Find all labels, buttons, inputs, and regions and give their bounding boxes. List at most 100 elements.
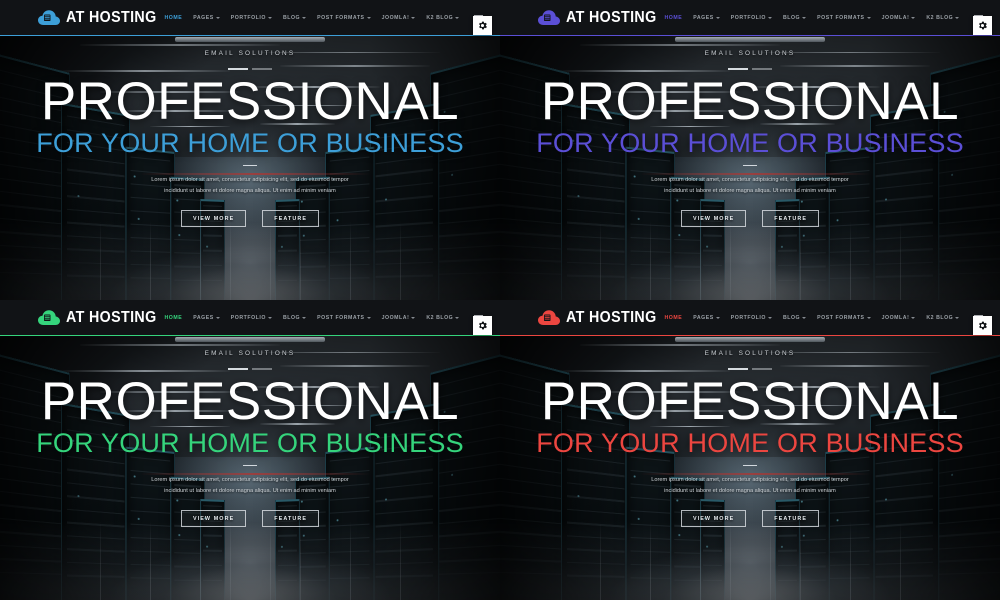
nav-item-joomla[interactable]: JOOMLA! [882, 315, 916, 321]
settings-button[interactable] [973, 16, 992, 35]
floor-seam [600, 520, 601, 600]
nav-item-k2-blog[interactable]: K2 BLOG [926, 314, 960, 321]
floor [0, 520, 500, 600]
nav-item-label: HOME [164, 14, 183, 21]
floor-seam [200, 220, 201, 300]
nav-item-label: HOME [164, 314, 183, 321]
nav-item-home[interactable]: HOME [164, 15, 182, 21]
nav-item-k2-blog[interactable]: K2 BLOG [926, 15, 960, 21]
nav-item-blog[interactable]: BLOG [782, 314, 807, 321]
floor-seam [100, 220, 101, 300]
chevron-down-icon [911, 16, 916, 19]
settings-button[interactable] [473, 316, 492, 335]
view-more-button[interactable]: VIEW MORE [680, 510, 747, 528]
site-header: AT HOSTING HOME PAGES PORTFOLIO BLOG POS… [0, 300, 500, 336]
chevron-down-icon [302, 16, 307, 19]
view-more-button[interactable]: VIEW MORE [680, 210, 747, 228]
brand-name: AT HOSTING [566, 309, 657, 326]
nav-item-home[interactable]: HOME [664, 315, 682, 321]
nav-item-label: HOME [664, 314, 683, 321]
chevron-down-icon [411, 16, 416, 19]
feature-button[interactable]: FEATURE [262, 510, 320, 528]
floor-seam [230, 520, 231, 600]
cloud-server-icon [538, 10, 560, 26]
feature-button[interactable]: FEATURE [762, 210, 820, 228]
chevron-down-icon [215, 16, 220, 19]
nav-item-home[interactable]: HOME [164, 315, 182, 321]
ceiling-light-streak [760, 123, 835, 125]
chevron-down-icon [866, 316, 871, 319]
nav-item-blog[interactable]: BLOG [283, 315, 307, 321]
nav-item-label: K2 BLOG [426, 14, 454, 21]
site-header: AT HOSTING HOME PAGES PORTFOLIO BLOG POS… [500, 0, 1000, 36]
theme-panel-blue: AT HOSTING HOME PAGES PORTFOLIO BLOG POS… [0, 0, 500, 300]
hero-buttons: VIEW MORE FEATURE [180, 210, 320, 228]
ceiling-light-streak [60, 370, 230, 372]
floor-seam [730, 520, 731, 600]
nav-item-home[interactable]: HOME [664, 15, 682, 21]
floor-seam [100, 520, 101, 600]
site-logo[interactable]: AT HOSTING [38, 309, 164, 327]
nav-item-pages[interactable]: PAGES [693, 315, 720, 321]
theme-panel-red: AT HOSTING HOME PAGES PORTFOLIO BLOG POS… [500, 300, 1000, 600]
nav-item-pages[interactable]: PAGES [693, 15, 720, 21]
view-more-button[interactable]: VIEW MORE [180, 510, 247, 528]
nav-item-k2-blog[interactable]: K2 BLOG [426, 315, 460, 321]
ceiling-light-streak [260, 404, 360, 407]
hero-buttons: VIEW MORE FEATURE [680, 510, 820, 528]
page-scroll-indicator [175, 37, 325, 42]
site-logo[interactable]: AT HOSTING [538, 309, 664, 327]
nav-item-pages[interactable]: PAGES [193, 15, 220, 21]
floor-seam [270, 220, 271, 300]
nav-item-pages[interactable]: PAGES [193, 315, 220, 321]
chevron-down-icon [302, 316, 307, 319]
ceiling-light-streak [620, 109, 730, 112]
nav-item-blog[interactable]: BLOG [783, 15, 807, 21]
ceiling-light-streak [560, 70, 730, 72]
ceiling-light-streak [280, 365, 430, 367]
feature-button[interactable]: FEATURE [762, 510, 820, 528]
nav-item-portfolio[interactable]: PORTFOLIO [231, 15, 272, 21]
nav-item-joomla[interactable]: JOOMLA! [882, 15, 916, 21]
ceiling-light-streak [100, 391, 240, 394]
floor-seam [850, 220, 851, 300]
floor [500, 520, 1000, 600]
floor-seam [270, 520, 271, 600]
nav-item-joomla[interactable]: JOOMLA! [382, 15, 416, 21]
floor-seam [650, 520, 651, 600]
nav-item-label: JOOMLA! [381, 314, 410, 321]
nav-item-portfolio[interactable]: PORTFOLIO [731, 15, 772, 21]
chevron-down-icon [802, 16, 807, 19]
site-logo[interactable]: AT HOSTING [38, 9, 164, 27]
floor [0, 220, 500, 300]
nav-item-post-formats[interactable]: POST FORMATS [817, 15, 871, 21]
floor-seam [200, 520, 201, 600]
chevron-down-icon [715, 316, 720, 319]
cloud-server-icon [38, 10, 60, 26]
nav-item-portfolio[interactable]: PORTFOLIO [731, 315, 772, 321]
nav-item-k2-blog[interactable]: K2 BLOG [426, 14, 460, 21]
ceiling-light-streak [100, 91, 240, 94]
nav-item-label: POST FORMATS [317, 314, 365, 321]
floor-seam [400, 220, 401, 300]
nav-item-post-formats[interactable]: POST FORMATS [817, 315, 871, 321]
nav-item-portfolio[interactable]: PORTFOLIO [231, 315, 272, 321]
nav-item-blog[interactable]: BLOG [282, 14, 307, 21]
site-logo[interactable]: AT HOSTING [538, 9, 664, 27]
nav-item-label: PORTFOLIO [730, 14, 766, 21]
nav-item-post-formats[interactable]: POST FORMATS [317, 15, 371, 21]
nav-item-joomla[interactable]: JOOMLA! [382, 315, 416, 321]
view-more-button[interactable]: VIEW MORE [180, 210, 247, 228]
nav-item-label: K2 BLOG [926, 314, 954, 321]
nav-item-post-formats[interactable]: POST FORMATS [317, 314, 371, 321]
feature-button[interactable]: FEATURE [262, 210, 320, 228]
nav-item-label: BLOG [282, 14, 301, 21]
nav-item-label: BLOG [782, 314, 801, 321]
settings-button[interactable] [473, 16, 492, 35]
floor-seam [300, 520, 301, 600]
ceiling-light-streak [260, 123, 335, 125]
settings-button[interactable] [973, 316, 992, 335]
ceiling-light-streak [260, 104, 360, 107]
theme-panel-green: AT HOSTING HOME PAGES PORTFOLIO BLOG POS… [0, 300, 500, 600]
floor-seam [700, 220, 701, 300]
